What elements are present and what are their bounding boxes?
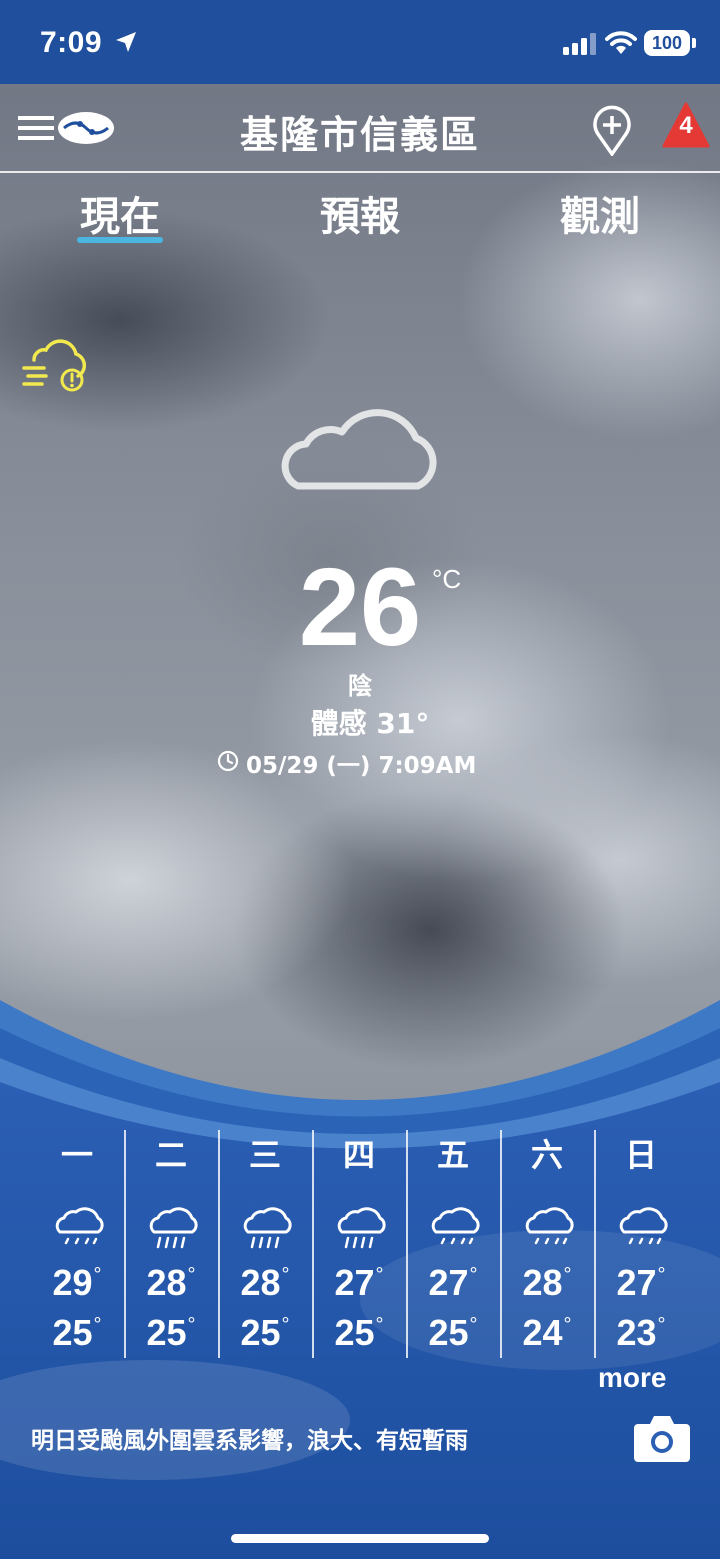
forecast-day-name: 四 — [342, 1136, 375, 1174]
forecast-low: 25° — [124, 1312, 218, 1354]
wind-warning-icon[interactable] — [20, 336, 86, 396]
forecast-day-name: 一 — [60, 1136, 93, 1174]
degree-symbol: ° — [281, 1264, 290, 1286]
cloud-heavy-rain-icon — [243, 1207, 292, 1249]
clock-icon — [217, 750, 239, 772]
observation-time: 05/29 (一) 7:09AM — [246, 753, 477, 779]
home-indicator — [231, 1534, 489, 1543]
forecast-day[interactable]: 五 27° 25° — [406, 1130, 500, 1360]
forecast-high-value: 28 — [240, 1262, 281, 1303]
cloud-rain-icon — [431, 1207, 480, 1245]
degree-symbol: ° — [375, 1264, 384, 1286]
degree-symbol: ° — [187, 1314, 196, 1336]
forecast-low-value: 25 — [240, 1312, 281, 1353]
active-tab-indicator — [77, 237, 163, 243]
forecast-day[interactable]: 二 28° 25° — [124, 1130, 218, 1360]
forecast-high-value: 28 — [146, 1262, 187, 1303]
forecast-high-value: 27 — [428, 1262, 469, 1303]
forecast-day[interactable]: 日 27° 23° — [594, 1130, 688, 1360]
weather-notice[interactable]: 明日受颱風外圍雲系影響，浪大、有短暫雨 — [31, 1421, 468, 1455]
forecast-high: 27° — [312, 1262, 406, 1304]
degree-symbol: ° — [563, 1264, 572, 1286]
weather-condition: 陰 — [348, 672, 372, 700]
cellular-signal-icon — [563, 33, 596, 55]
forecast-high: 28° — [124, 1262, 218, 1304]
add-location-icon[interactable] — [592, 104, 632, 156]
forecast-low-value: 25 — [146, 1312, 187, 1353]
tab-now[interactable]: 現在 — [20, 184, 220, 242]
forecast-day[interactable]: 一 29° 25° — [30, 1130, 124, 1360]
feels-like: 體感 31° — [310, 707, 430, 740]
degree-symbol: ° — [657, 1264, 666, 1286]
forecast-low-value: 25 — [52, 1312, 93, 1353]
forecast-high: 28° — [218, 1262, 312, 1304]
alert-count[interactable]: 4 — [662, 112, 710, 140]
battery-tip — [692, 38, 696, 48]
degree-symbol: ° — [281, 1314, 290, 1336]
forecast-day-name: 三 — [248, 1136, 281, 1174]
forecast-low-value: 24 — [522, 1312, 563, 1353]
forecast-low: 25° — [218, 1312, 312, 1354]
degree-symbol: ° — [563, 1314, 572, 1336]
status-time: 7:09 — [40, 26, 103, 59]
forecast-high: 28° — [500, 1262, 594, 1304]
header-divider — [0, 171, 720, 173]
degree-symbol: ° — [93, 1264, 102, 1286]
forecast-high: 27° — [594, 1262, 688, 1304]
cloud-heavy-rain-icon — [337, 1207, 386, 1249]
forecast-day-name: 六 — [530, 1136, 563, 1174]
degree-symbol: ° — [93, 1314, 102, 1336]
forecast-high-value: 29 — [52, 1262, 93, 1303]
cloud-heavy-rain-icon — [149, 1207, 198, 1249]
camera-icon[interactable] — [632, 1412, 692, 1464]
forecast-day-name: 日 — [624, 1136, 657, 1174]
tab-forecast[interactable]: 預報 — [260, 184, 460, 242]
forecast-low: 24° — [500, 1312, 594, 1354]
degree-symbol: ° — [469, 1314, 478, 1336]
forecast-day[interactable]: 四 27° 25° — [312, 1130, 406, 1360]
forecast-low: 25° — [30, 1312, 124, 1354]
degree-symbol: ° — [469, 1264, 478, 1286]
forecast-low: 25° — [312, 1312, 406, 1354]
forecast-day-name: 五 — [436, 1136, 469, 1174]
battery-indicator: 100 — [644, 30, 690, 56]
location-title[interactable]: 基隆市信義區 — [200, 104, 520, 159]
location-arrow-icon — [116, 32, 136, 52]
menu-logo-icon[interactable] — [18, 108, 118, 148]
cloud-icon — [281, 409, 437, 490]
forecast-low-value: 25 — [334, 1312, 375, 1353]
forecast-low-value: 25 — [428, 1312, 469, 1353]
cloud-rain-icon — [525, 1207, 574, 1245]
forecast-day[interactable]: 三 28° 25° — [218, 1130, 312, 1360]
wifi-icon — [605, 31, 637, 54]
degree-symbol: ° — [187, 1264, 196, 1286]
more-link[interactable]: more — [598, 1362, 666, 1394]
forecast-high-value: 27 — [616, 1262, 657, 1303]
current-temperature: 26 — [298, 546, 422, 669]
forecast-low: 25° — [406, 1312, 500, 1354]
tab-observation[interactable]: 觀測 — [500, 184, 700, 242]
forecast-high-value: 28 — [522, 1262, 563, 1303]
forecast-day-name: 二 — [154, 1136, 187, 1174]
forecast-high: 27° — [406, 1262, 500, 1304]
forecast-low-value: 23 — [616, 1312, 657, 1353]
degree-symbol: ° — [375, 1314, 384, 1336]
degree-symbol: ° — [657, 1314, 666, 1336]
forecast-high: 29° — [30, 1262, 124, 1304]
forecast-high-value: 27 — [334, 1262, 375, 1303]
temperature-unit: °C — [432, 564, 462, 594]
cloud-rain-icon — [55, 1207, 104, 1245]
forecast-low: 23° — [594, 1312, 688, 1354]
forecast-day[interactable]: 六 28° 24° — [500, 1130, 594, 1360]
cloud-rain-icon — [619, 1207, 668, 1245]
